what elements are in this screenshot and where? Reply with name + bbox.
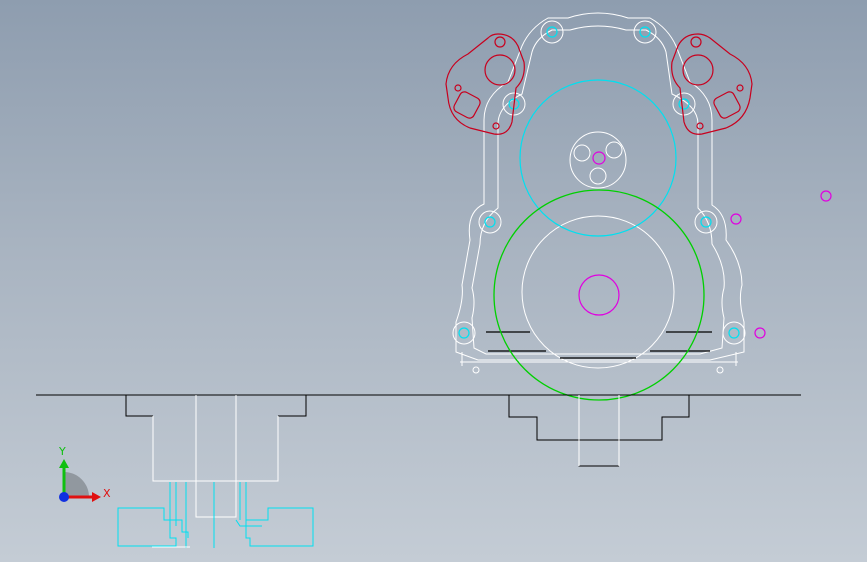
boss-ring (694, 210, 718, 234)
cam-hub-hole-3 (589, 167, 607, 185)
left-section-black (125, 395, 307, 417)
left-bracket-slot (453, 91, 481, 119)
crank-bore (521, 215, 675, 369)
cad-graphics-viewport[interactable]: X Y (0, 0, 867, 562)
boss-ring (478, 210, 502, 234)
left-bracket-bolt (494, 36, 506, 48)
sensor-hole-2 (754, 327, 766, 339)
cam-hub-hole-2 (605, 141, 623, 159)
right-section-white (578, 395, 620, 466)
triad-y-label: Y (58, 445, 66, 458)
sensor-hole-1 (730, 213, 742, 225)
triad-x-label: X (103, 487, 111, 500)
crank-center-circle (578, 274, 620, 316)
left-bracket-bore (484, 54, 516, 86)
crank-gear-circle (493, 189, 705, 401)
cam-hub-hole-1 (573, 144, 591, 162)
cam-gear-and-bolt-holes (458, 26, 740, 339)
triad-arc (64, 472, 89, 497)
dowel-right (716, 366, 724, 374)
right-bracket-bolt (690, 36, 702, 48)
magenta-features (578, 151, 832, 339)
left-bracket-outline (445, 33, 525, 135)
bolt-hole (728, 327, 740, 339)
triad-x-arrow (92, 492, 101, 502)
right-bracket-slot (713, 91, 741, 119)
cam-center-circle (592, 151, 606, 165)
triad-y-arrow (59, 459, 69, 468)
boss-ring (540, 20, 564, 44)
sensor-hole-3 (820, 190, 832, 202)
coordinate-triad-icon: X Y (58, 445, 111, 502)
boss-ring (672, 92, 696, 116)
dowel-left (472, 366, 480, 374)
timing-cover-outer-outline (455, 12, 745, 361)
left-bracket-hole (454, 84, 462, 92)
red-brackets (445, 33, 753, 135)
right-bracket-bore (682, 54, 714, 86)
bolt-hole (458, 327, 470, 339)
bolt-hole (639, 26, 651, 38)
drawing-canvas: X Y (36, 12, 832, 548)
right-section-black (508, 395, 690, 467)
boss-ring (633, 20, 657, 44)
left-section-white (152, 395, 279, 518)
cyan-detail (117, 482, 314, 548)
bolt-hole (484, 216, 496, 228)
cam-gear-circle (519, 79, 677, 237)
triad-z-axis (59, 492, 69, 502)
right-bracket-hole (736, 84, 744, 92)
boss-ring (722, 321, 746, 345)
